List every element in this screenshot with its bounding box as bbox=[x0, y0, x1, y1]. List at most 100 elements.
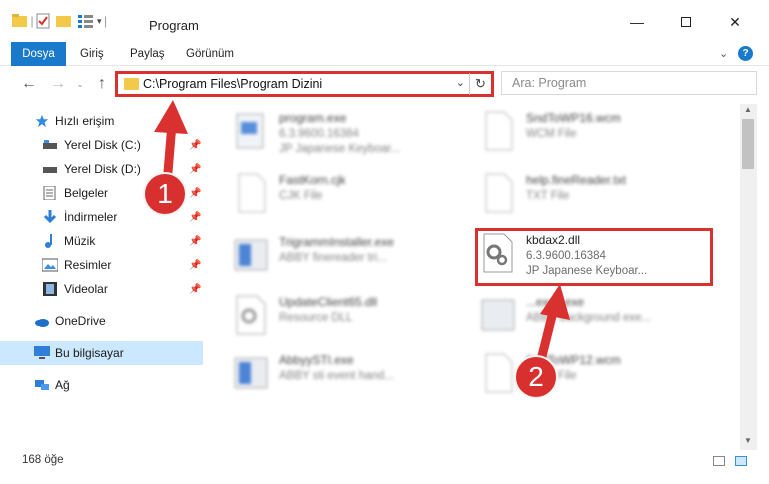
scroll-up-icon[interactable]: ▲ bbox=[744, 105, 752, 114]
vertical-scrollbar[interactable]: ▲ ▼ bbox=[740, 104, 757, 450]
pin-icon[interactable]: 📌 bbox=[189, 236, 201, 247]
new-folder-icon[interactable] bbox=[56, 14, 72, 28]
videos-icon bbox=[43, 282, 57, 296]
minimize-button[interactable]: — bbox=[617, 10, 657, 34]
file-item[interactable]: FastKorn.cjk CJK File bbox=[233, 168, 473, 218]
onedrive-icon bbox=[35, 319, 49, 327]
address-path: C:\Program Files\Program Dizini bbox=[143, 77, 323, 91]
details-view-icon[interactable] bbox=[713, 456, 725, 466]
chevron-down-icon[interactable]: ⌄ bbox=[456, 76, 465, 89]
up-button[interactable]: ↑ bbox=[92, 74, 112, 94]
sidebar-item-label: Resimler bbox=[64, 258, 112, 272]
ribbon: Dosya Giriş Paylaş Görünüm ⌄ ? bbox=[0, 42, 769, 66]
refresh-icon: ↻ bbox=[475, 76, 486, 91]
file-detail: JP Japanese Keyboar... bbox=[279, 143, 401, 155]
up-arrow-icon: ↑ bbox=[98, 75, 106, 92]
download-icon bbox=[43, 210, 57, 224]
tab-home[interactable]: Giriş bbox=[70, 42, 114, 66]
file-detail: WCM File bbox=[526, 128, 577, 140]
large-icons-view-icon[interactable] bbox=[735, 456, 747, 466]
file-detail: TXT File bbox=[526, 190, 570, 202]
documents-icon bbox=[43, 186, 56, 200]
forward-button[interactable]: → bbox=[48, 74, 68, 94]
file-name: UpdateClient65.dll bbox=[279, 295, 378, 309]
sidebar-item-videos[interactable]: Videolar 📌 bbox=[0, 277, 203, 301]
pin-icon[interactable]: 📌 bbox=[189, 284, 201, 295]
scroll-down-icon[interactable]: ▼ bbox=[744, 436, 752, 445]
file-item[interactable]: UpdateClient65.dll Resource DLL bbox=[233, 290, 473, 340]
file-icon bbox=[485, 111, 513, 151]
sidebar-item-this-pc[interactable]: Bu bilgisayar bbox=[0, 341, 203, 365]
file-item[interactable]: help.fineReader.txt TXT File bbox=[480, 168, 720, 218]
file-item[interactable]: AbbyySTI.exe ABBY sti event hand... bbox=[233, 348, 473, 398]
step-badge-1: 1 bbox=[143, 172, 187, 216]
forward-arrow-icon: → bbox=[50, 75, 66, 92]
expand-ribbon-icon[interactable]: ⌄ bbox=[719, 47, 728, 60]
window-title: Program bbox=[149, 18, 199, 33]
file-detail: 6.3.9600.16384 bbox=[279, 128, 359, 140]
file-name: FastKorn.cjk bbox=[279, 173, 346, 187]
file-name: SndToWP16.wcm bbox=[526, 111, 621, 125]
close-icon: ✕ bbox=[729, 13, 741, 30]
file-name: AbbyySTI.exe bbox=[279, 353, 354, 367]
minimize-icon: — bbox=[630, 14, 644, 30]
folder-icon bbox=[124, 78, 139, 90]
installer-icon bbox=[234, 239, 268, 271]
file-icon bbox=[485, 353, 513, 393]
star-icon bbox=[35, 114, 49, 128]
sidebar-item-label: Videolar bbox=[64, 282, 108, 296]
quick-access-toolbar: | ▾ | bbox=[12, 13, 110, 29]
back-arrow-icon: ← bbox=[21, 75, 37, 92]
search-box[interactable]: Ara: Program bbox=[501, 71, 757, 95]
tab-view[interactable]: Görünüm bbox=[176, 42, 244, 66]
pin-icon[interactable]: 📌 bbox=[189, 212, 201, 223]
refresh-button[interactable]: ↻ bbox=[469, 73, 491, 95]
close-button[interactable]: ✕ bbox=[715, 10, 755, 34]
item-count: 168 öğe bbox=[22, 454, 64, 466]
file-item[interactable]: ...exec.exe ABBY background exe... bbox=[480, 290, 720, 340]
scroll-thumb[interactable] bbox=[742, 119, 754, 169]
view-options-icon[interactable] bbox=[78, 14, 94, 28]
sidebar-item-label: Hızlı erişim bbox=[55, 114, 115, 128]
file-item[interactable]: program.exe 6.3.9600.16384 JP Japanese K… bbox=[233, 106, 473, 156]
drive-icon bbox=[43, 167, 57, 173]
back-button[interactable]: ← bbox=[19, 74, 39, 94]
dll-gear-icon bbox=[236, 295, 266, 335]
sidebar-item-onedrive[interactable]: OneDrive bbox=[0, 309, 203, 333]
sidebar-item-label: Yerel Disk (D:) bbox=[64, 162, 141, 176]
chevron-down-icon: ⌄ bbox=[76, 78, 84, 89]
maximize-button[interactable] bbox=[666, 10, 706, 34]
recent-locations-button[interactable]: ⌄ bbox=[70, 74, 90, 94]
step-badge-2: 2 bbox=[514, 355, 558, 399]
title-bar: | ▾ | Program — ✕ bbox=[0, 0, 769, 42]
file-detail: ABBY finereader tri... bbox=[279, 252, 387, 264]
sidebar-item-label: Müzik bbox=[64, 234, 96, 248]
sidebar-item-network[interactable]: Ağ bbox=[0, 373, 203, 397]
text-file-icon bbox=[485, 173, 513, 213]
properties-icon[interactable] bbox=[36, 13, 50, 29]
sidebar-item-pictures[interactable]: Resimler 📌 bbox=[0, 253, 203, 277]
folder-icon[interactable] bbox=[12, 14, 28, 28]
file-detail: CJK File bbox=[279, 190, 323, 202]
tab-share[interactable]: Paylaş bbox=[120, 42, 175, 66]
executable-icon bbox=[236, 113, 264, 149]
sidebar-item-label: Ağ bbox=[55, 378, 70, 392]
file-item[interactable]: SndToWP16.wcm WCM File bbox=[480, 106, 720, 156]
music-icon bbox=[45, 234, 52, 248]
executable-icon bbox=[234, 357, 268, 389]
sidebar-item-label: OneDrive bbox=[55, 314, 106, 328]
file-item[interactable]: TrigrammInstaller.exe ABBY finereader tr… bbox=[233, 230, 473, 280]
sidebar-item-label: İndirmeler bbox=[64, 210, 118, 224]
sidebar-item-music[interactable]: Müzik 📌 bbox=[0, 229, 203, 253]
file-icon bbox=[238, 173, 266, 213]
address-bar[interactable]: C:\Program Files\Program Dizini ⌄ ↻ bbox=[115, 71, 494, 97]
file-detail: ABBY sti event hand... bbox=[279, 370, 394, 382]
pictures-icon bbox=[42, 258, 58, 272]
computer-icon bbox=[34, 346, 50, 359]
help-icon[interactable]: ? bbox=[738, 46, 753, 61]
executable-icon bbox=[481, 299, 515, 331]
sidebar-item-label: Yerel Disk (C:) bbox=[64, 138, 141, 152]
tab-file[interactable]: Dosya bbox=[11, 42, 66, 66]
maximize-icon bbox=[681, 17, 691, 27]
pin-icon[interactable]: 📌 bbox=[189, 260, 201, 271]
